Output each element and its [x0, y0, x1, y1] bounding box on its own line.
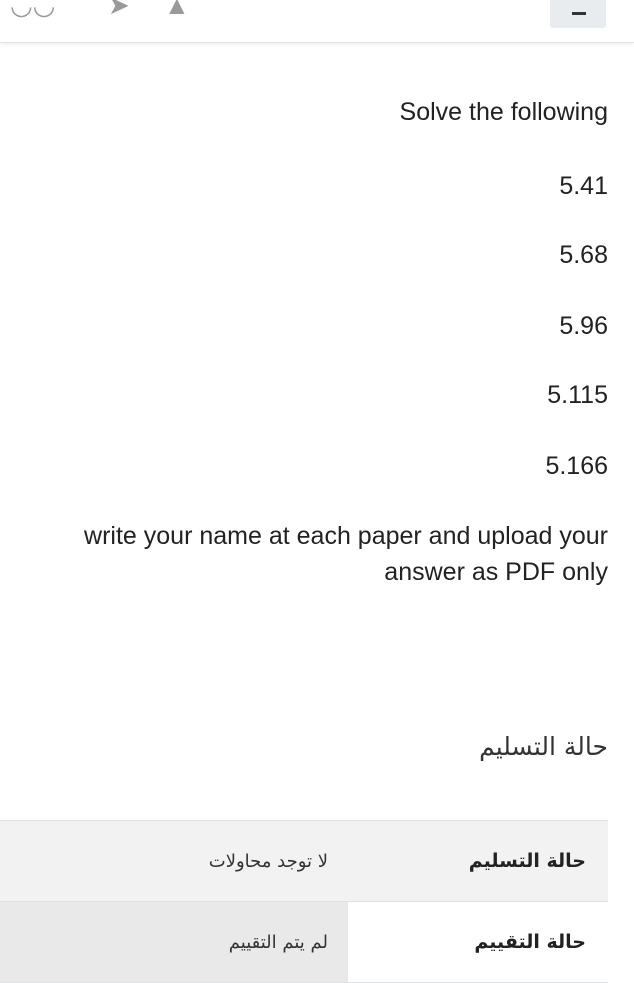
instructions-line: write your name at each paper and upload… [84, 522, 608, 550]
submission-status-heading: حالة التسليم [479, 732, 608, 761]
row-label: حالة التسليم [468, 850, 586, 872]
problem-item: 5.41 [559, 172, 608, 200]
chat-icon[interactable]: ➤ [108, 0, 130, 18]
problem-item: 5.115 [547, 381, 608, 409]
table-row: حالة التقييم لم يتم التقييم [0, 902, 608, 983]
bell-icon[interactable]: ▲ [164, 0, 190, 18]
assignment-instructions: write your name at each paper and upload… [8, 518, 608, 590]
assignment-intro: Solve the following [399, 98, 608, 126]
problem-item: 5.96 [559, 312, 608, 340]
table-row: حالة التسليم لا توجد محاولات [0, 821, 608, 902]
submission-status-table: حالة التسليم لا توجد محاولات حالة التقيي… [0, 820, 608, 983]
top-navbar: ◡◡ ➤ ▲ [0, 0, 634, 43]
user-avatar-icon[interactable]: ◡◡ [10, 0, 55, 18]
hamburger-menu-button[interactable] [550, 0, 606, 28]
hamburger-menu-icon [572, 12, 586, 15]
problem-item: 5.166 [545, 452, 608, 480]
instructions-line: answer as PDF only [384, 558, 608, 586]
row-value: لا توجد محاولات [208, 850, 328, 872]
row-label: حالة التقييم [348, 902, 608, 982]
problem-item: 5.68 [559, 241, 608, 269]
row-value: لم يتم التقييم [0, 902, 348, 982]
